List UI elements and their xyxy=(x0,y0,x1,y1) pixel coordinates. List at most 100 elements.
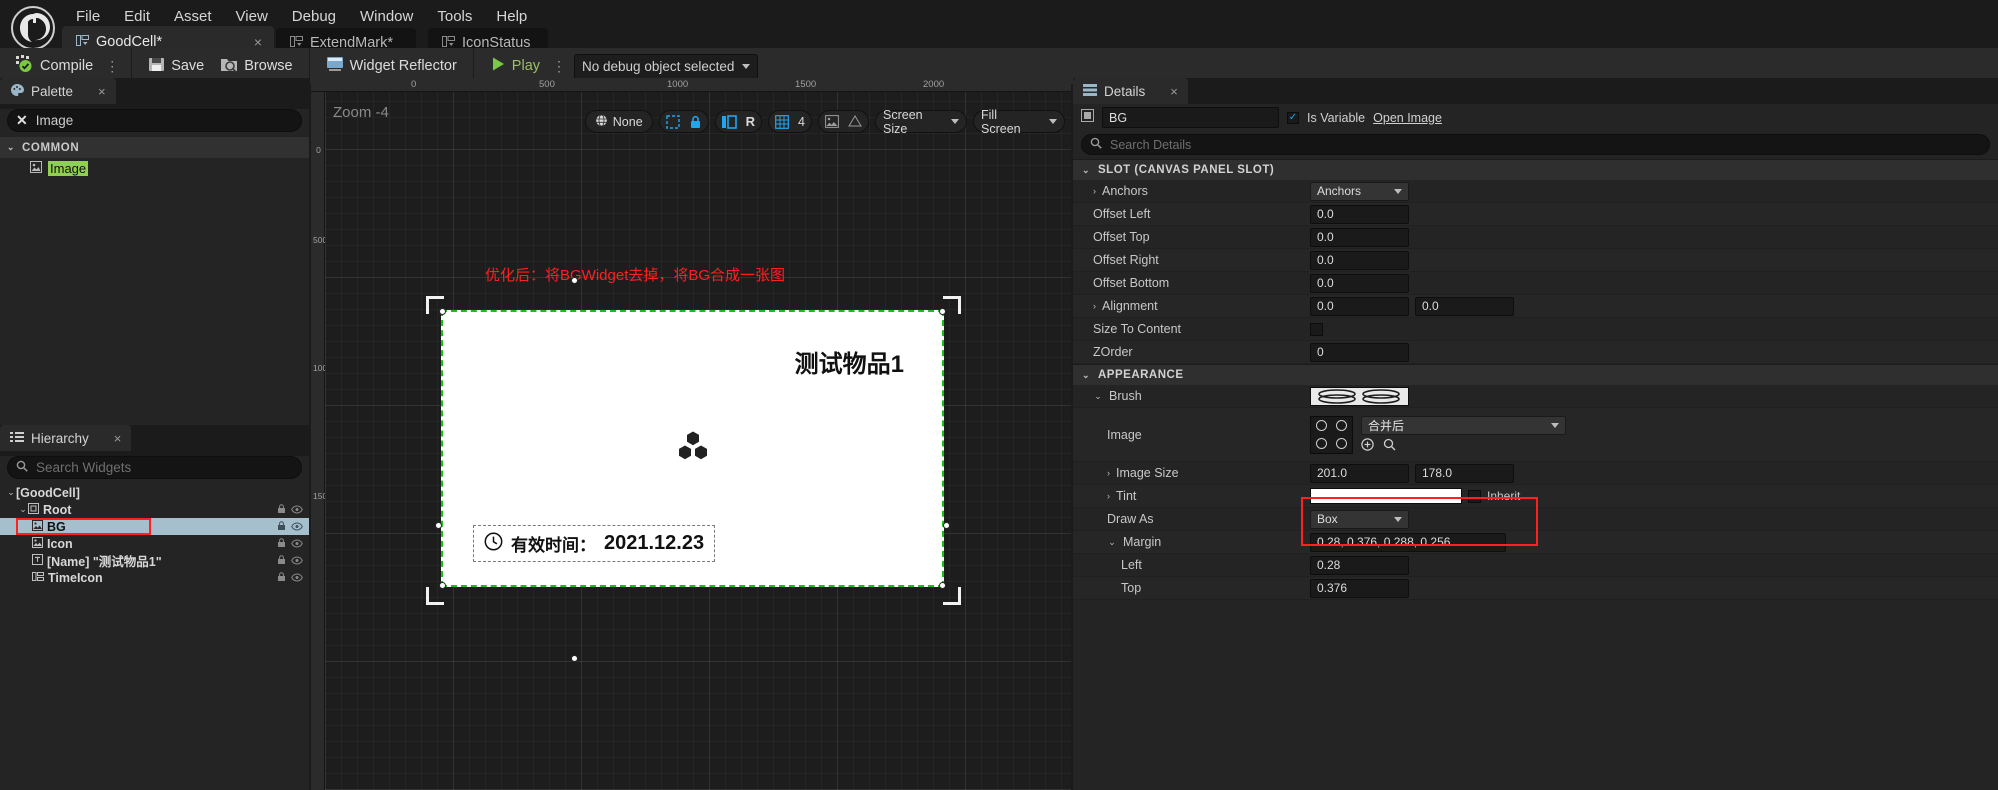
margin-left-input[interactable]: 0.28 xyxy=(1310,555,1409,575)
offset-right-input[interactable]: 0.0 xyxy=(1310,250,1409,270)
lock-icon[interactable] xyxy=(689,115,702,129)
offset-left-input[interactable]: 0.0 xyxy=(1310,204,1409,224)
chevron-down-icon xyxy=(951,119,959,124)
alignment-x-input[interactable]: 0.0 xyxy=(1310,296,1409,316)
play-button[interactable]: Play xyxy=(482,52,548,80)
section-appearance[interactable]: ⌄ APPEARANCE xyxy=(1073,364,1998,385)
eye-icon[interactable] xyxy=(291,571,303,585)
image-size-y-input[interactable]: 178.0 xyxy=(1415,463,1514,483)
offset-top-input[interactable]: 0.0 xyxy=(1310,227,1409,247)
design-canvas[interactable]: Zoom -4 None R 4 Screen Size Fill Screen… xyxy=(325,92,1071,790)
eye-icon[interactable] xyxy=(291,503,303,517)
preview-none-button[interactable]: None xyxy=(584,110,653,133)
close-icon[interactable]: × xyxy=(98,84,106,99)
scale-snap-icon[interactable] xyxy=(848,115,862,128)
chevron-right-icon[interactable]: › xyxy=(1093,186,1096,196)
tint-color-swatch[interactable] xyxy=(1310,488,1462,504)
screen-size-selector[interactable]: Screen Size xyxy=(875,108,967,136)
selection-corner-bl[interactable] xyxy=(426,587,444,605)
open-image-link[interactable]: Open Image xyxy=(1373,111,1442,125)
prop-value: 0.28, 0.376, 0.288, 0.256 xyxy=(1310,532,1998,552)
eye-icon[interactable] xyxy=(291,537,303,551)
tree-row-root[interactable]: ⌄ Root xyxy=(0,501,309,518)
palette-search-value: Image xyxy=(35,113,74,128)
object-icon xyxy=(1081,108,1094,127)
details-tab[interactable]: Details × xyxy=(1073,78,1188,104)
chevron-down-icon[interactable]: ⌄ xyxy=(6,487,16,498)
eye-icon[interactable] xyxy=(291,520,303,534)
fill-screen-selector[interactable]: Fill Screen xyxy=(973,108,1065,136)
is-variable-checkbox[interactable]: ✓ xyxy=(1287,111,1299,124)
chevron-down-icon[interactable]: ⌄ xyxy=(1093,391,1103,402)
alignment-y-input[interactable]: 0.0 xyxy=(1415,296,1514,316)
palette-item-image[interactable]: Image xyxy=(0,158,309,178)
tree-row-icon[interactable]: Icon xyxy=(0,535,309,552)
browse-label: Browse xyxy=(244,58,293,74)
chevron-right-icon[interactable]: › xyxy=(1107,491,1110,501)
grid-snap-value[interactable]: 4 xyxy=(798,115,805,129)
browse-to-asset-icon[interactable] xyxy=(1361,437,1374,454)
details-search-input[interactable]: Search Details xyxy=(1081,134,1990,155)
debug-object-selector[interactable]: No debug object selected xyxy=(574,53,759,79)
search-asset-icon[interactable] xyxy=(1383,438,1396,454)
clear-x-icon[interactable]: ✕ xyxy=(16,112,28,129)
margin-combined-input[interactable]: 0.28, 0.376, 0.288, 0.256 xyxy=(1310,532,1506,552)
chevron-down-icon[interactable]: ⌄ xyxy=(18,504,28,515)
lock-icon[interactable] xyxy=(277,554,286,568)
hierarchy-search-input[interactable]: Search Widgets xyxy=(7,456,302,479)
lock-icon[interactable] xyxy=(277,520,286,534)
widget-preview-card[interactable]: 测试物品1 有效时间： 2021.12.23 xyxy=(439,308,946,589)
compile-button[interactable]: Compile xyxy=(8,52,101,80)
hierarchy-tab[interactable]: Hierarchy × xyxy=(0,425,132,451)
layout-icon[interactable] xyxy=(721,114,737,129)
tree-row-goodcell[interactable]: ⌄ [GoodCell] xyxy=(0,484,309,501)
draw-as-combo[interactable]: Box xyxy=(1310,509,1409,529)
grid-snap-icon[interactable] xyxy=(775,114,789,129)
image-asset-thumbnail[interactable] xyxy=(1310,415,1353,454)
widget-reflector-button[interactable]: Widget Reflector xyxy=(318,52,465,80)
compile-options-button[interactable]: ⋮ xyxy=(101,58,123,75)
viewport-lock-group xyxy=(658,110,709,133)
chevron-down-icon xyxy=(1394,188,1402,194)
chevron-right-icon[interactable]: › xyxy=(1093,301,1096,311)
section-slot-canvas-panel-slot[interactable]: ⌄ SLOT (CANVAS PANEL SLOT) xyxy=(1073,159,1998,180)
browse-button[interactable]: Browse xyxy=(212,52,300,80)
tree-row-name-text[interactable]: [Name] "测试物品1" xyxy=(0,552,309,569)
close-icon[interactable]: × xyxy=(114,431,122,446)
lock-icon[interactable] xyxy=(277,503,286,517)
palette-category-common[interactable]: ⌄ COMMON xyxy=(0,137,309,158)
image-snap-icon[interactable] xyxy=(825,115,839,128)
resize-handle-top[interactable] xyxy=(571,277,578,284)
resize-handle-bottom[interactable] xyxy=(571,655,578,662)
object-name-input[interactable]: BG xyxy=(1102,107,1279,128)
horizontal-ruler: 0 500 1000 1500 2000 xyxy=(311,78,1071,92)
margin-top-input[interactable]: 0.376 xyxy=(1310,578,1409,598)
image-size-x-input[interactable]: 201.0 xyxy=(1310,463,1409,483)
size-to-content-checkbox[interactable] xyxy=(1310,322,1323,336)
selection-box-icon[interactable] xyxy=(665,114,680,129)
zorder-input[interactable]: 0 xyxy=(1310,342,1409,362)
offset-bottom-input[interactable]: 0.0 xyxy=(1310,273,1409,293)
tree-row-bg[interactable]: BG xyxy=(0,518,309,535)
palette-search-input[interactable]: ✕ Image xyxy=(7,109,302,132)
chevron-down-icon[interactable]: ⌄ xyxy=(1107,537,1117,548)
lock-icon[interactable] xyxy=(277,571,286,585)
selection-corner-br[interactable] xyxy=(943,587,961,605)
eye-icon[interactable] xyxy=(291,554,303,568)
lock-icon[interactable] xyxy=(277,537,286,551)
prop-label: › Image Size xyxy=(1107,466,1179,480)
image-asset-combo[interactable]: 合并后 xyxy=(1361,415,1566,435)
chevron-right-icon[interactable]: › xyxy=(1107,468,1110,478)
palette-tab[interactable]: Palette × xyxy=(0,78,116,104)
close-icon[interactable]: × xyxy=(1170,84,1178,99)
resize-handle-left[interactable] xyxy=(435,522,442,529)
tree-row-timeicon[interactable]: TimeIcon xyxy=(0,569,309,586)
save-button[interactable]: Save xyxy=(140,52,212,80)
brush-preview-thumbnail[interactable] xyxy=(1310,386,1409,406)
tint-inherit-checkbox[interactable] xyxy=(1468,489,1481,503)
play-options-button[interactable]: ⋮ xyxy=(548,58,570,75)
resize-handle-right[interactable] xyxy=(943,522,950,529)
ruler-label: 0 xyxy=(411,79,417,90)
anchors-combo[interactable]: Anchors xyxy=(1310,181,1409,201)
rotate-label[interactable]: R xyxy=(746,114,755,129)
